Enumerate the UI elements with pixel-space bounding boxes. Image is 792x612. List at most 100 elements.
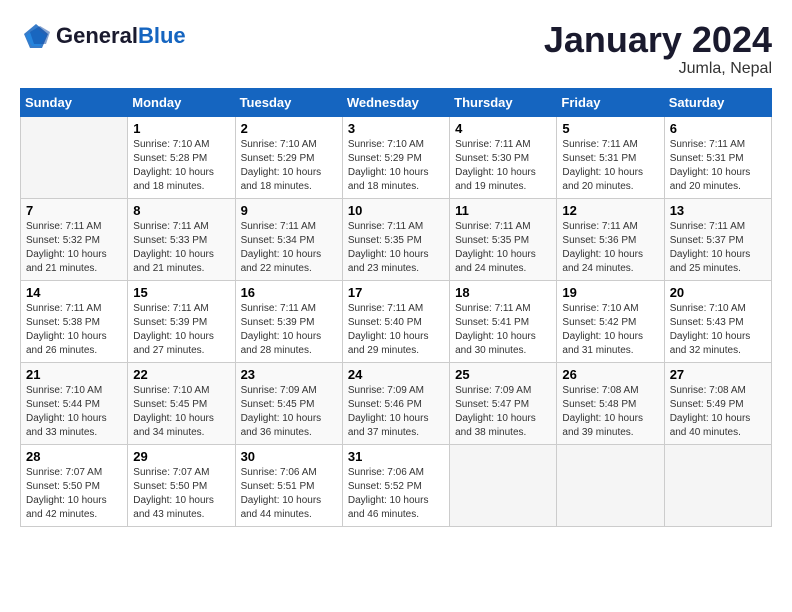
day-info: Sunrise: 7:10 AM Sunset: 5:45 PM Dayligh… [133,384,229,440]
cell-w3-d3: 16 Sunrise: 7:11 AM Sunset: 5:39 PM Dayl… [235,280,342,362]
day-info: Sunrise: 7:11 AM Sunset: 5:31 PM Dayligh… [562,138,658,194]
day-info: Sunrise: 7:11 AM Sunset: 5:33 PM Dayligh… [133,220,229,276]
cell-w5-d4: 31 Sunrise: 7:06 AM Sunset: 5:52 PM Dayl… [342,444,449,526]
cell-w4-d6: 26 Sunrise: 7:08 AM Sunset: 5:48 PM Dayl… [557,362,664,444]
col-wednesday: Wednesday [342,88,449,116]
cell-w4-d7: 27 Sunrise: 7:08 AM Sunset: 5:49 PM Dayl… [664,362,771,444]
day-info: Sunrise: 7:10 AM Sunset: 5:28 PM Dayligh… [133,138,229,194]
day-number: 22 [133,367,229,382]
cell-w2-d7: 13 Sunrise: 7:11 AM Sunset: 5:37 PM Dayl… [664,198,771,280]
week-row-5: 28 Sunrise: 7:07 AM Sunset: 5:50 PM Dayl… [21,444,772,526]
cell-w5-d5 [450,444,557,526]
day-number: 30 [241,449,337,464]
day-number: 14 [26,285,122,300]
day-info: Sunrise: 7:09 AM Sunset: 5:47 PM Dayligh… [455,384,551,440]
day-number: 3 [348,121,444,136]
day-info: Sunrise: 7:07 AM Sunset: 5:50 PM Dayligh… [133,466,229,522]
cell-w3-d2: 15 Sunrise: 7:11 AM Sunset: 5:39 PM Dayl… [128,280,235,362]
cell-w4-d1: 21 Sunrise: 7:10 AM Sunset: 5:44 PM Dayl… [21,362,128,444]
cell-w1-d1 [21,116,128,198]
day-number: 2 [241,121,337,136]
day-info: Sunrise: 7:11 AM Sunset: 5:41 PM Dayligh… [455,302,551,358]
day-number: 17 [348,285,444,300]
cell-w5-d6 [557,444,664,526]
cell-w1-d2: 1 Sunrise: 7:10 AM Sunset: 5:28 PM Dayli… [128,116,235,198]
day-info: Sunrise: 7:10 AM Sunset: 5:43 PM Dayligh… [670,302,766,358]
col-monday: Monday [128,88,235,116]
cell-w1-d4: 3 Sunrise: 7:10 AM Sunset: 5:29 PM Dayli… [342,116,449,198]
col-sunday: Sunday [21,88,128,116]
day-number: 29 [133,449,229,464]
day-info: Sunrise: 7:07 AM Sunset: 5:50 PM Dayligh… [26,466,122,522]
day-info: Sunrise: 7:11 AM Sunset: 5:36 PM Dayligh… [562,220,658,276]
day-number: 26 [562,367,658,382]
calendar-body: 1 Sunrise: 7:10 AM Sunset: 5:28 PM Dayli… [21,116,772,526]
cell-w2-d3: 9 Sunrise: 7:11 AM Sunset: 5:34 PM Dayli… [235,198,342,280]
day-info: Sunrise: 7:11 AM Sunset: 5:35 PM Dayligh… [348,220,444,276]
day-number: 24 [348,367,444,382]
day-info: Sunrise: 7:11 AM Sunset: 5:30 PM Dayligh… [455,138,551,194]
day-info: Sunrise: 7:10 AM Sunset: 5:29 PM Dayligh… [241,138,337,194]
day-number: 6 [670,121,766,136]
col-saturday: Saturday [664,88,771,116]
day-info: Sunrise: 7:09 AM Sunset: 5:45 PM Dayligh… [241,384,337,440]
day-number: 12 [562,203,658,218]
cell-w4-d5: 25 Sunrise: 7:09 AM Sunset: 5:47 PM Dayl… [450,362,557,444]
cell-w3-d5: 18 Sunrise: 7:11 AM Sunset: 5:41 PM Dayl… [450,280,557,362]
cell-w5-d1: 28 Sunrise: 7:07 AM Sunset: 5:50 PM Dayl… [21,444,128,526]
day-info: Sunrise: 7:06 AM Sunset: 5:51 PM Dayligh… [241,466,337,522]
calendar-table: Sunday Monday Tuesday Wednesday Thursday… [20,88,772,527]
day-info: Sunrise: 7:11 AM Sunset: 5:35 PM Dayligh… [455,220,551,276]
day-number: 28 [26,449,122,464]
day-info: Sunrise: 7:11 AM Sunset: 5:40 PM Dayligh… [348,302,444,358]
cell-w1-d3: 2 Sunrise: 7:10 AM Sunset: 5:29 PM Dayli… [235,116,342,198]
week-row-4: 21 Sunrise: 7:10 AM Sunset: 5:44 PM Dayl… [21,362,772,444]
week-row-1: 1 Sunrise: 7:10 AM Sunset: 5:28 PM Dayli… [21,116,772,198]
day-number: 10 [348,203,444,218]
cell-w1-d5: 4 Sunrise: 7:11 AM Sunset: 5:30 PM Dayli… [450,116,557,198]
calendar-header: Sunday Monday Tuesday Wednesday Thursday… [21,88,772,116]
day-info: Sunrise: 7:10 AM Sunset: 5:44 PM Dayligh… [26,384,122,440]
day-number: 7 [26,203,122,218]
day-info: Sunrise: 7:09 AM Sunset: 5:46 PM Dayligh… [348,384,444,440]
day-number: 16 [241,285,337,300]
week-row-2: 7 Sunrise: 7:11 AM Sunset: 5:32 PM Dayli… [21,198,772,280]
day-info: Sunrise: 7:11 AM Sunset: 5:39 PM Dayligh… [133,302,229,358]
cell-w2-d2: 8 Sunrise: 7:11 AM Sunset: 5:33 PM Dayli… [128,198,235,280]
cell-w2-d4: 10 Sunrise: 7:11 AM Sunset: 5:35 PM Dayl… [342,198,449,280]
cell-w5-d7 [664,444,771,526]
day-number: 31 [348,449,444,464]
cell-w4-d3: 23 Sunrise: 7:09 AM Sunset: 5:45 PM Dayl… [235,362,342,444]
header-row: Sunday Monday Tuesday Wednesday Thursday… [21,88,772,116]
page-header: GeneralBlue January 2024 Jumla, Nepal [20,20,772,78]
day-number: 19 [562,285,658,300]
day-info: Sunrise: 7:11 AM Sunset: 5:34 PM Dayligh… [241,220,337,276]
calendar-subtitle: Jumla, Nepal [544,60,772,78]
cell-w2-d6: 12 Sunrise: 7:11 AM Sunset: 5:36 PM Dayl… [557,198,664,280]
day-info: Sunrise: 7:06 AM Sunset: 5:52 PM Dayligh… [348,466,444,522]
day-info: Sunrise: 7:10 AM Sunset: 5:29 PM Dayligh… [348,138,444,194]
col-tuesday: Tuesday [235,88,342,116]
day-number: 18 [455,285,551,300]
day-number: 8 [133,203,229,218]
cell-w1-d6: 5 Sunrise: 7:11 AM Sunset: 5:31 PM Dayli… [557,116,664,198]
col-thursday: Thursday [450,88,557,116]
cell-w5-d3: 30 Sunrise: 7:06 AM Sunset: 5:51 PM Dayl… [235,444,342,526]
cell-w2-d1: 7 Sunrise: 7:11 AM Sunset: 5:32 PM Dayli… [21,198,128,280]
cell-w4-d2: 22 Sunrise: 7:10 AM Sunset: 5:45 PM Dayl… [128,362,235,444]
day-info: Sunrise: 7:08 AM Sunset: 5:49 PM Dayligh… [670,384,766,440]
cell-w2-d5: 11 Sunrise: 7:11 AM Sunset: 5:35 PM Dayl… [450,198,557,280]
day-number: 23 [241,367,337,382]
day-number: 20 [670,285,766,300]
day-info: Sunrise: 7:11 AM Sunset: 5:32 PM Dayligh… [26,220,122,276]
cell-w3-d6: 19 Sunrise: 7:10 AM Sunset: 5:42 PM Dayl… [557,280,664,362]
cell-w3-d1: 14 Sunrise: 7:11 AM Sunset: 5:38 PM Dayl… [21,280,128,362]
day-info: Sunrise: 7:11 AM Sunset: 5:38 PM Dayligh… [26,302,122,358]
week-row-3: 14 Sunrise: 7:11 AM Sunset: 5:38 PM Dayl… [21,280,772,362]
day-number: 27 [670,367,766,382]
cell-w1-d7: 6 Sunrise: 7:11 AM Sunset: 5:31 PM Dayli… [664,116,771,198]
day-number: 25 [455,367,551,382]
logo-icon [20,20,52,52]
title-block: January 2024 Jumla, Nepal [544,20,772,78]
day-info: Sunrise: 7:10 AM Sunset: 5:42 PM Dayligh… [562,302,658,358]
